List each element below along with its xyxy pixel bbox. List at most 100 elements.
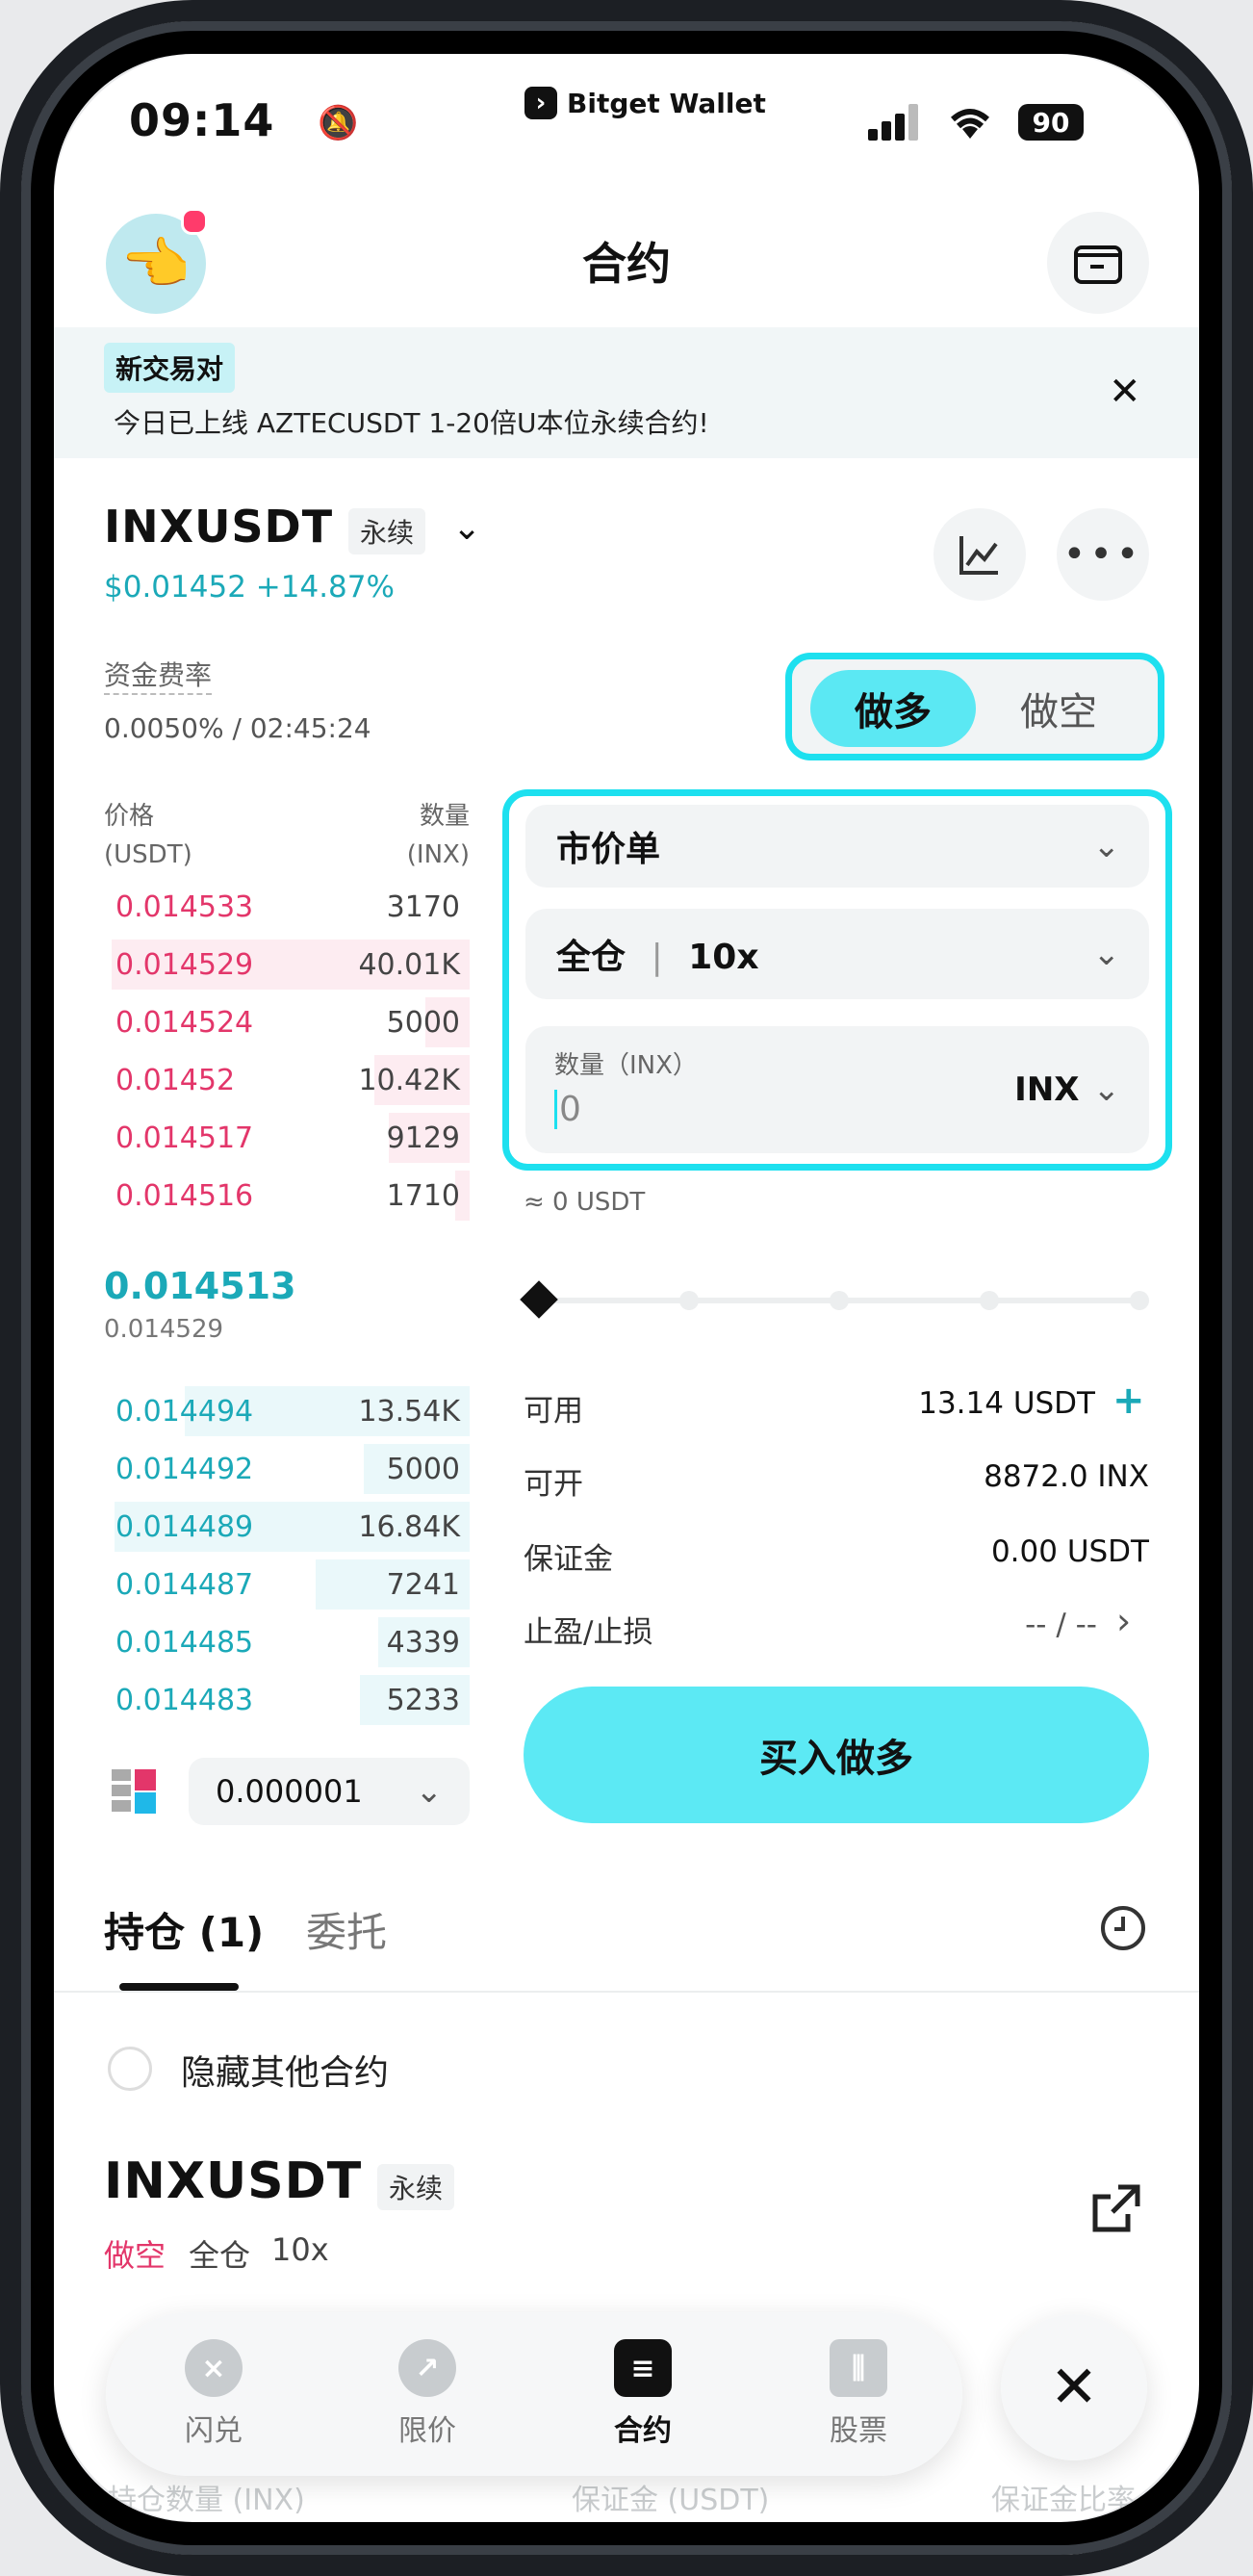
- orderbook-price: 0.014494: [115, 1394, 254, 1429]
- nav-swap-label: 闪兑: [185, 2414, 243, 2448]
- share-icon[interactable]: [1089, 2181, 1143, 2239]
- hide-other-label[interactable]: 隐藏其他合约: [181, 2045, 389, 2095]
- hide-other-checkbox[interactable]: [108, 2047, 152, 2091]
- orderbook-price: 0.014485: [115, 1625, 254, 1660]
- orderbook-row[interactable]: 0.014487 7241: [104, 1559, 470, 1610]
- price-change: $0.01452 +14.87%: [104, 570, 395, 605]
- orderbook-qty: 13.54K: [358, 1394, 460, 1429]
- quantity-input[interactable]: 0: [554, 1090, 581, 1129]
- limit-icon: ↗: [398, 2339, 456, 2397]
- margin-value: 0.00 USDT: [990, 1534, 1149, 1569]
- nav-limit[interactable]: ↗ 限价: [360, 2339, 495, 2449]
- chevron-down-icon: ⌄: [1092, 827, 1121, 865]
- close-icon[interactable]: ✕: [1109, 370, 1141, 414]
- slider-tick: [1130, 1291, 1149, 1310]
- orderbook-row[interactable]: 0.014533 3170: [104, 882, 470, 932]
- quantity-approx: ≈ 0 USDT: [524, 1188, 646, 1217]
- slider-tick: [679, 1291, 699, 1310]
- nav-futures[interactable]: ≡ 合约: [575, 2339, 710, 2449]
- wallet-button[interactable]: [1047, 212, 1149, 314]
- battery-icon: 90: [1018, 104, 1084, 141]
- long-tab[interactable]: 做多: [810, 670, 976, 747]
- orderbook-price: 0.014517: [115, 1121, 254, 1155]
- nav-stocks-label: 股票: [830, 2414, 887, 2448]
- buy-long-button[interactable]: 买入做多: [524, 1687, 1149, 1823]
- available-value: 13.14 USDT: [918, 1386, 1095, 1421]
- quantity-field[interactable]: 数量（INX） 0 INX ⌄: [525, 1026, 1149, 1153]
- chart-icon: [959, 536, 998, 575]
- tab-underline: [119, 1983, 239, 1991]
- history-icon[interactable]: [1099, 1904, 1147, 1956]
- add-funds-icon[interactable]: +: [1112, 1378, 1145, 1423]
- wifi-icon: [945, 100, 995, 144]
- quantity-label: 数量（INX）: [554, 1051, 698, 1080]
- orderbook-row[interactable]: 0.014524 5000: [104, 997, 470, 1047]
- orderbook-price: 0.014489: [115, 1509, 254, 1544]
- tpsl-label: 止盈/止损: [524, 1615, 653, 1650]
- precision-select[interactable]: 0.000001 ⌄: [189, 1758, 470, 1825]
- position-side: 做空: [104, 2237, 166, 2274]
- position-leverage: 10x: [271, 2231, 329, 2268]
- orderbook-row[interactable]: 0.014529 40.01K: [104, 940, 470, 990]
- openable-label: 可开: [524, 1467, 583, 1502]
- quantity-unit-select[interactable]: INX ⌄: [1014, 1070, 1120, 1109]
- orderbook-row[interactable]: 0.014483 5233: [104, 1675, 470, 1725]
- orderbook-qty: 16.84K: [358, 1509, 460, 1544]
- available-label: 可用: [524, 1394, 583, 1429]
- orderbook-qty-header: 数量 (INX): [373, 797, 470, 874]
- orderbook-price: 0.014516: [115, 1178, 254, 1213]
- divider: [54, 1991, 1199, 1993]
- position-col-margin: 保证金 (USDT): [572, 2484, 770, 2517]
- nav-swap[interactable]: ⨯ 闪兑: [146, 2339, 281, 2449]
- nav-stocks[interactable]: ⫼ 股票: [791, 2339, 926, 2449]
- close-icon[interactable]: ✕: [1001, 2314, 1147, 2460]
- orderbook-price: 0.014492: [115, 1452, 254, 1486]
- position-col-ratio: 保证金比率: [991, 2484, 1136, 2517]
- price-header-unit: (USDT): [104, 840, 192, 869]
- orderbook-qty: 5233: [386, 1683, 460, 1717]
- orderbook-row[interactable]: 0.014485 4339: [104, 1617, 470, 1667]
- status-time: 09:14: [129, 94, 275, 146]
- orderbook-price: 0.014483: [115, 1683, 254, 1717]
- short-tab[interactable]: 做空: [982, 670, 1136, 747]
- orderbook-row[interactable]: 0.014516 1710: [104, 1171, 470, 1221]
- orderbook-price-header: 价格 (USDT): [104, 797, 192, 874]
- position-col-qty: 持仓数量 (INX): [108, 2484, 305, 2517]
- stocks-icon: ⫼: [830, 2339, 887, 2397]
- pair-symbol[interactable]: INXUSDT: [104, 501, 333, 553]
- swap-icon: ⨯: [185, 2339, 243, 2397]
- chevron-right-icon[interactable]: ›: [1116, 1600, 1131, 1642]
- order-type-select[interactable]: 市价单 ⌄: [525, 805, 1149, 888]
- margin-leverage-select[interactable]: 全仓 | 10x ⌄: [525, 909, 1149, 999]
- slider-tick: [830, 1291, 849, 1310]
- signal-icon: [866, 102, 922, 144]
- orderbook-price: 0.01452: [115, 1063, 236, 1097]
- last-price: 0.014513: [104, 1265, 296, 1307]
- orderbook-row[interactable]: 0.014492 5000: [104, 1444, 470, 1494]
- orderbook-qty: 3170: [386, 889, 460, 924]
- orderbook-layout-icon[interactable]: [110, 1767, 158, 1819]
- chevron-down-icon[interactable]: ⌄: [452, 508, 481, 548]
- orderbook-row[interactable]: 0.014517 9129: [104, 1113, 470, 1163]
- orderbook-row[interactable]: 0.014489 16.84K: [104, 1502, 470, 1552]
- orderbook-qty: 5000: [386, 1452, 460, 1486]
- brand-label: › Bitget Wallet: [524, 87, 766, 119]
- tab-positions[interactable]: 持仓 (1): [104, 1900, 264, 1959]
- chart-button[interactable]: [933, 508, 1026, 601]
- more-icon: •••: [1062, 532, 1143, 577]
- order-type-value: 市价单: [556, 830, 661, 869]
- orderbook-qty: 40.01K: [358, 947, 460, 982]
- tpsl-value[interactable]: -- / --: [1025, 1608, 1097, 1642]
- bitget-logo-icon: ›: [524, 87, 557, 119]
- orderbook-row[interactable]: 0.01452 10.42K: [104, 1055, 470, 1105]
- qty-header-label: 数量: [419, 802, 470, 831]
- more-button[interactable]: •••: [1057, 508, 1149, 601]
- orderbook-qty: 7241: [386, 1567, 460, 1602]
- qty-header-unit: (INX): [406, 840, 470, 869]
- brand-name: Bitget Wallet: [567, 87, 766, 119]
- tab-orders[interactable]: 委托: [306, 1900, 387, 1959]
- orderbook-price: 0.014487: [115, 1567, 254, 1602]
- funding-rate-label[interactable]: 资金费率: [104, 655, 213, 695]
- position-symbol[interactable]: INXUSDT: [104, 2152, 362, 2210]
- orderbook-row[interactable]: 0.014494 13.54K: [104, 1386, 470, 1436]
